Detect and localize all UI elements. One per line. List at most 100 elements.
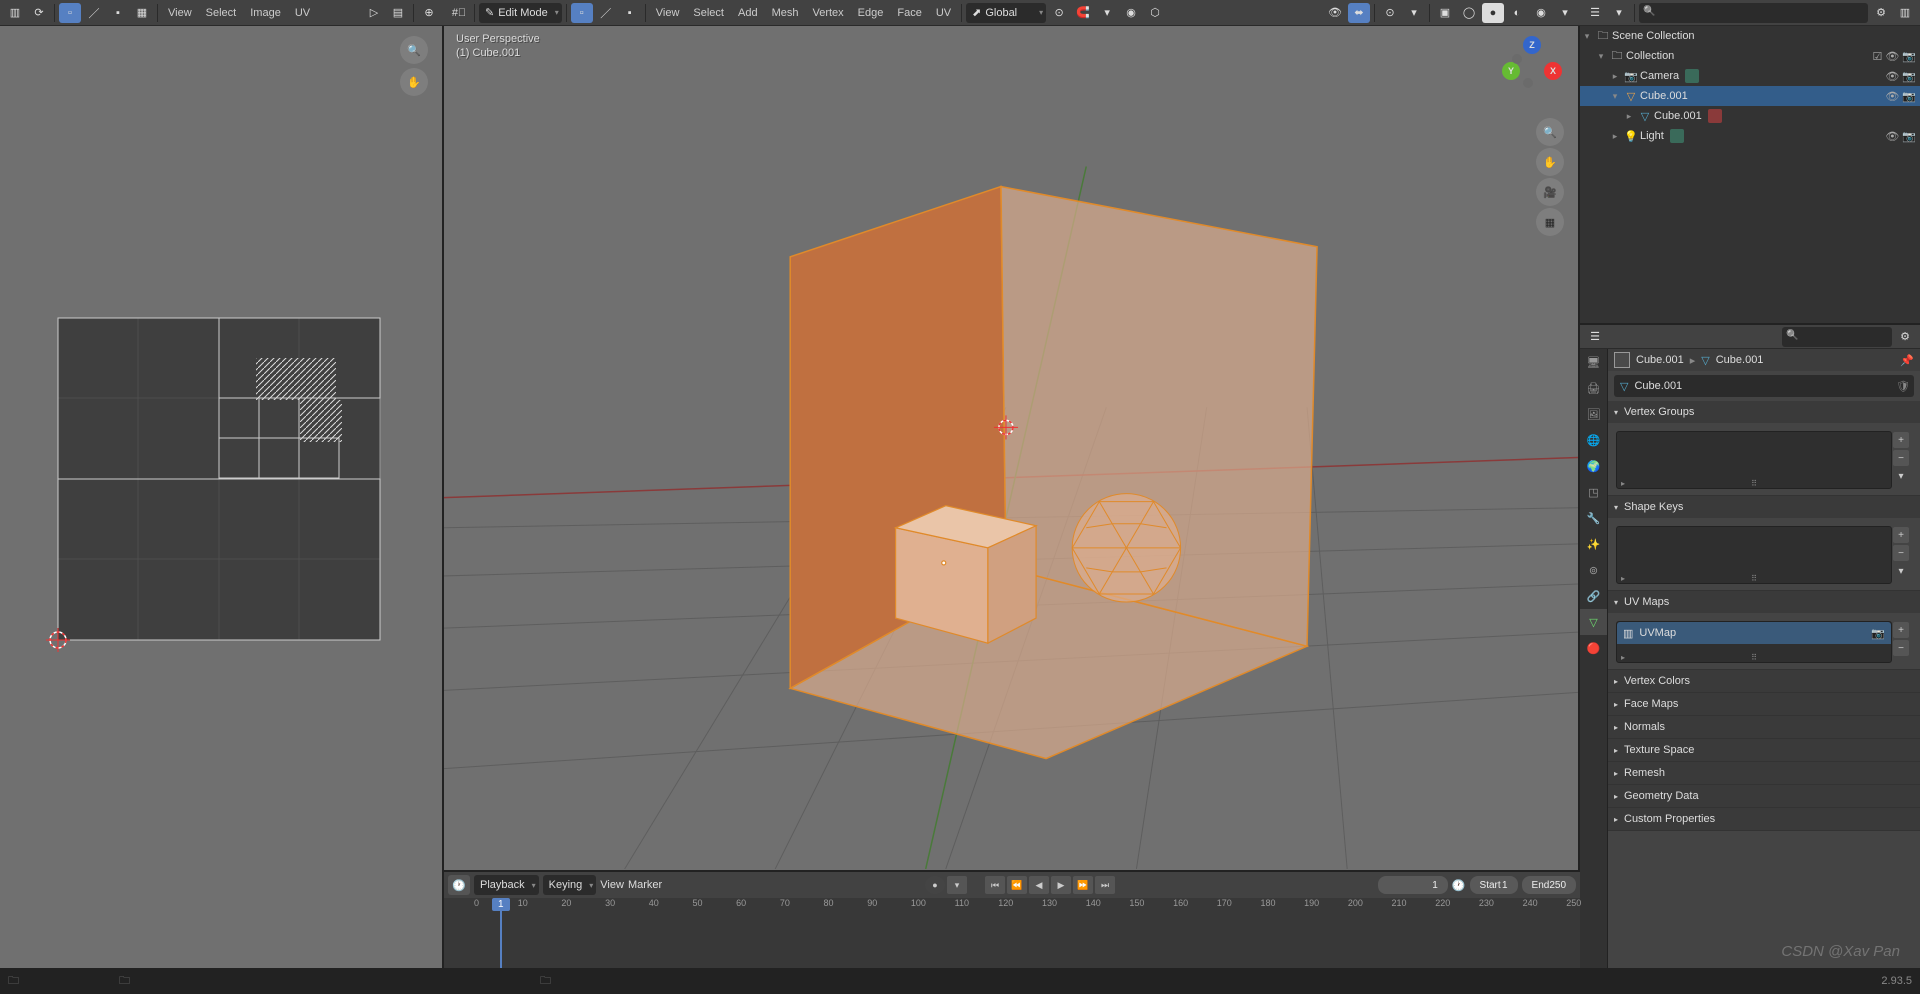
vertex-groups-list[interactable]: ⠿+−▾ — [1616, 431, 1892, 489]
uv-menu-uv[interactable]: UV — [289, 3, 316, 23]
panel-remesh[interactable]: ▸Remesh — [1608, 762, 1920, 784]
tab-mesh-icon[interactable]: ▽ — [1580, 609, 1607, 635]
outliner-row[interactable]: ▸▽Cube.001 — [1580, 106, 1920, 126]
jump-next-key-icon[interactable]: ⏩ — [1073, 876, 1093, 894]
properties-search[interactable] — [1782, 327, 1892, 347]
shield-icon[interactable]: 🛡 — [1896, 380, 1910, 393]
panel-texture-space[interactable]: ▸Texture Space — [1608, 739, 1920, 761]
outliner-row-active[interactable]: ▾▽Cube.001 👁📷 — [1580, 86, 1920, 106]
outliner-new-collection-icon[interactable]: ▥ — [1894, 3, 1916, 23]
vg-menu-icon[interactable]: ▾ — [1893, 468, 1909, 484]
tab-object-icon[interactable]: ◳ — [1580, 479, 1607, 505]
sel-edge-icon[interactable]: ／ — [595, 3, 617, 23]
outliner-row[interactable]: ▸📷Camera 👁📷 — [1580, 66, 1920, 86]
jump-end-icon[interactable]: ⏭ — [1095, 876, 1115, 894]
breadcrumb-mesh[interactable]: Cube.001 — [1716, 354, 1764, 366]
autokey-menu-icon[interactable]: ▾ — [947, 876, 967, 894]
pivot-icon[interactable]: ⊙ — [1048, 3, 1070, 23]
properties-options-icon[interactable]: ⚙ — [1894, 327, 1916, 347]
shade-render-icon[interactable]: ◉ — [1530, 3, 1552, 23]
vg-add-icon[interactable]: + — [1893, 432, 1909, 448]
tab-constraint-icon[interactable]: 🔗 — [1580, 583, 1607, 609]
tab-render-icon[interactable]: 🖥 — [1580, 349, 1607, 375]
play-reverse-icon[interactable]: ◀ — [1029, 876, 1049, 894]
uv-add-icon[interactable]: + — [1893, 622, 1909, 638]
tab-physics-icon[interactable]: ⊚ — [1580, 557, 1607, 583]
tab-particle-icon[interactable]: ✨ — [1580, 531, 1607, 557]
shape-keys-list[interactable]: ⠿+−▾ — [1616, 526, 1892, 584]
outliner-row[interactable]: ▸💡Light 👁📷 — [1580, 126, 1920, 146]
proportional-icon[interactable]: ◉ — [1120, 3, 1142, 23]
uvmap-camera-icon[interactable]: 📷 — [1871, 627, 1885, 640]
xray-icon[interactable]: ▣ — [1434, 3, 1456, 23]
outliner-row[interactable]: ▾🗀Scene Collection — [1580, 26, 1920, 46]
mode-dropdown[interactable]: ✎Edit Mode — [479, 3, 562, 23]
sel-vert-icon[interactable]: ▫ — [571, 3, 593, 23]
current-frame-field[interactable]: 1 — [1378, 876, 1448, 894]
proportional-falloff-icon[interactable]: ⬡ — [1144, 3, 1166, 23]
clock-icon[interactable]: 🕐 — [1452, 879, 1466, 892]
uv-maps-list[interactable]: ▥UVMap 📷 ⠿ +− — [1616, 621, 1892, 663]
vp-menu-uv[interactable]: UV — [930, 3, 957, 23]
uv-open-image-icon[interactable]: ▤ — [387, 3, 409, 23]
outliner-search[interactable] — [1639, 3, 1868, 23]
overlay-menu-icon[interactable]: ▾ — [1403, 3, 1425, 23]
uv-sel-face-icon[interactable]: ▪ — [107, 3, 129, 23]
sel-face-icon[interactable]: ▪ — [619, 3, 641, 23]
panel-face-maps[interactable]: ▸Face Maps — [1608, 693, 1920, 715]
tab-material-icon[interactable]: 🔴 — [1580, 635, 1607, 661]
tab-scene-icon[interactable]: 🌐 — [1580, 427, 1607, 453]
autokey-icon[interactable]: ● — [925, 876, 945, 894]
uv-sync-icon[interactable]: ⟳ — [28, 3, 50, 23]
vp-menu-edge[interactable]: Edge — [852, 3, 890, 23]
gizmo-toggle-icon[interactable]: ⬌ — [1348, 3, 1370, 23]
play-icon[interactable]: ▶ — [1051, 876, 1071, 894]
shade-wire-icon[interactable]: ◯ — [1458, 3, 1480, 23]
uv-sel-edge-icon[interactable]: ／ — [83, 3, 105, 23]
panel-uv-maps[interactable]: ▾UV Maps — [1608, 591, 1920, 613]
uv-menu-view[interactable]: View — [162, 3, 198, 23]
orientation-dropdown[interactable]: ⬈Global — [966, 3, 1046, 23]
vp-menu-select[interactable]: Select — [687, 3, 730, 23]
sk-menu-icon[interactable]: ▾ — [1893, 563, 1909, 579]
uvmap-item[interactable]: UVMap — [1639, 627, 1676, 639]
uv-sel-vert-icon[interactable]: ▫ — [59, 3, 81, 23]
panel-geometry-data[interactable]: ▸Geometry Data — [1608, 785, 1920, 807]
vg-remove-icon[interactable]: − — [1893, 450, 1909, 466]
outliner-filter-icon[interactable]: ⚙ — [1870, 3, 1892, 23]
editor-type-3d-icon[interactable]: #⃣ — [448, 3, 470, 23]
jump-start-icon[interactable]: ⏮ — [985, 876, 1005, 894]
snap-icon[interactable]: 🧲 — [1072, 3, 1094, 23]
tab-modifier-icon[interactable]: 🔧 — [1580, 505, 1607, 531]
panel-custom-properties[interactable]: ▸Custom Properties — [1608, 808, 1920, 830]
outliner-row[interactable]: ▾🗀Collection ☑👁📷 — [1580, 46, 1920, 66]
playhead[interactable] — [500, 898, 502, 968]
tab-output-icon[interactable]: 🖨 — [1580, 375, 1607, 401]
timeline-marker-menu[interactable]: Marker — [628, 879, 662, 891]
timeline-keying-menu[interactable]: Keying — [543, 875, 597, 895]
breadcrumb-object[interactable]: Cube.001 — [1636, 354, 1684, 366]
uv-editor-canvas[interactable]: 🔍 ✋ — [0, 26, 444, 968]
mesh-name-field[interactable]: ▽Cube.001 🛡 — [1614, 375, 1914, 397]
shade-matprev-icon[interactable]: ◐ — [1506, 3, 1528, 23]
uv-remove-icon[interactable]: − — [1893, 640, 1909, 656]
sk-remove-icon[interactable]: − — [1893, 545, 1909, 561]
panel-vertex-groups[interactable]: ▾Vertex Groups — [1608, 401, 1920, 423]
vp-menu-vertex[interactable]: Vertex — [806, 3, 849, 23]
outliner-display-icon[interactable]: ▾ — [1608, 3, 1630, 23]
start-frame-field[interactable]: Start1 — [1470, 876, 1518, 894]
shade-solid-icon[interactable]: ● — [1482, 3, 1504, 23]
mesh-visibility-icon[interactable]: 👁 — [1324, 3, 1346, 23]
vp-menu-mesh[interactable]: Mesh — [766, 3, 805, 23]
uv-pivot-icon[interactable]: ⊕ — [418, 3, 440, 23]
timeline-playback-menu[interactable]: Playback — [474, 875, 539, 895]
vp-menu-add[interactable]: Add — [732, 3, 764, 23]
tab-world-icon[interactable]: 🌍 — [1580, 453, 1607, 479]
properties-editor-icon[interactable]: ☰ — [1584, 327, 1606, 347]
overlay-toggle-icon[interactable]: ⊙ — [1379, 3, 1401, 23]
tab-viewlayer-icon[interactable]: 🖼 — [1580, 401, 1607, 427]
pin-icon[interactable]: 📌 — [1900, 354, 1914, 367]
timeline-track[interactable]: 0102030405060708090100110120130140150160… — [444, 898, 1580, 968]
editor-type-icon[interactable]: ▥ — [4, 3, 26, 23]
uv-menu-image[interactable]: Image — [244, 3, 287, 23]
